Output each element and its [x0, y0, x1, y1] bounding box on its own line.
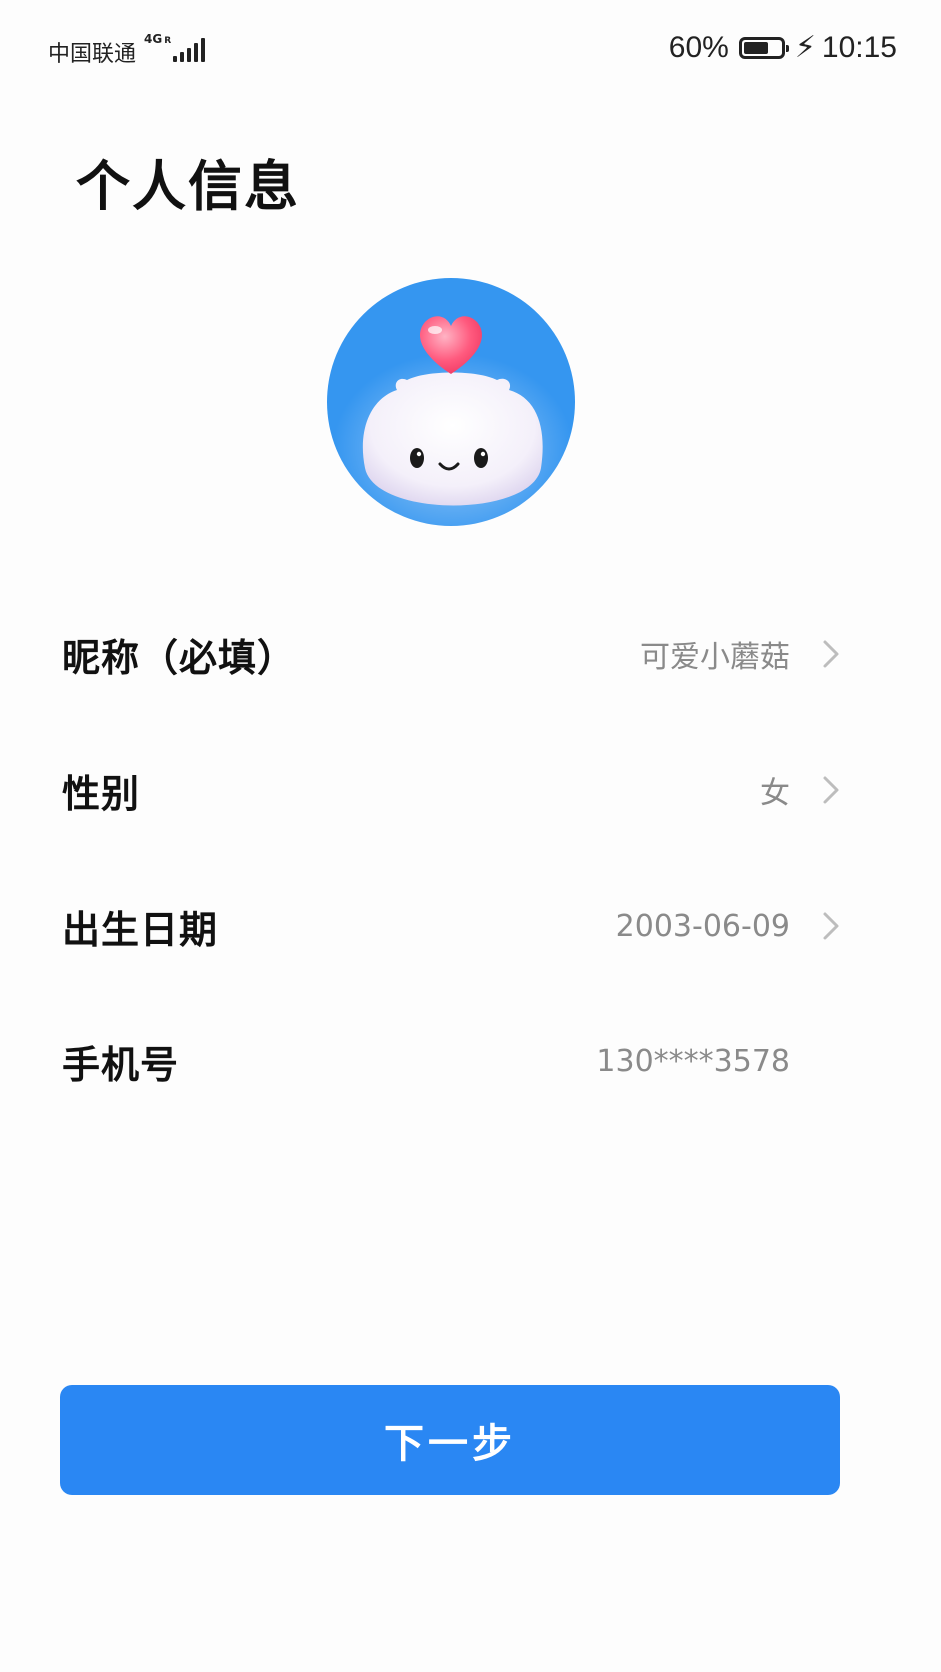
network-type-label: 4G — [144, 32, 163, 46]
nickname-value-group: 可爱小蘑菇 — [640, 632, 840, 676]
gender-row[interactable]: 性别 女 — [62, 750, 840, 830]
next-button[interactable]: 下一步 — [60, 1385, 840, 1495]
network-type: 4G R — [144, 32, 171, 46]
birthdate-label: 出生日期 — [62, 907, 219, 952]
status-right: 60% ⚡︎ 10:15 — [669, 30, 897, 65]
phone-value: 130****3578 — [596, 1043, 790, 1079]
signal-icon — [173, 36, 206, 62]
chevron-right-icon — [790, 634, 840, 674]
gender-value: 女 — [760, 776, 790, 811]
nickname-label: 昵称（必填） — [62, 635, 297, 680]
battery-icon — [738, 36, 789, 59]
clock: 10:15 — [821, 30, 897, 64]
nickname-row[interactable]: 昵称（必填） 可爱小蘑菇 — [62, 614, 840, 694]
status-bar: 中国联通 4G R 60% ⚡︎ 10:15 — [0, 0, 941, 100]
birthdate-value-group: 2003-06-09 — [616, 906, 840, 946]
birthdate-value: 2003-06-09 — [615, 908, 790, 944]
avatar-mascot-icon — [333, 316, 573, 526]
birthdate-row[interactable]: 出生日期 2003-06-09 — [62, 886, 840, 966]
chevron-right-icon — [790, 770, 840, 810]
carrier-name: 中国联通 — [48, 42, 137, 67]
charging-icon: ⚡︎ — [794, 31, 816, 64]
battery-percent: 60% — [668, 30, 729, 64]
gender-value-group: 女 — [760, 768, 840, 812]
avatar[interactable] — [327, 278, 575, 526]
chevron-right-icon — [790, 906, 840, 946]
phone-row: 手机号 130****3578 — [62, 1021, 840, 1101]
phone-value-group: 130****3578 — [596, 1041, 840, 1081]
carrier-info: 中国联通 4G R — [48, 32, 206, 68]
page-title: 个人信息 — [76, 155, 300, 218]
roaming-indicator: R — [164, 36, 172, 46]
gender-label: 性别 — [62, 771, 141, 816]
nickname-value: 可爱小蘑菇 — [640, 640, 790, 675]
phone-label: 手机号 — [62, 1042, 180, 1087]
